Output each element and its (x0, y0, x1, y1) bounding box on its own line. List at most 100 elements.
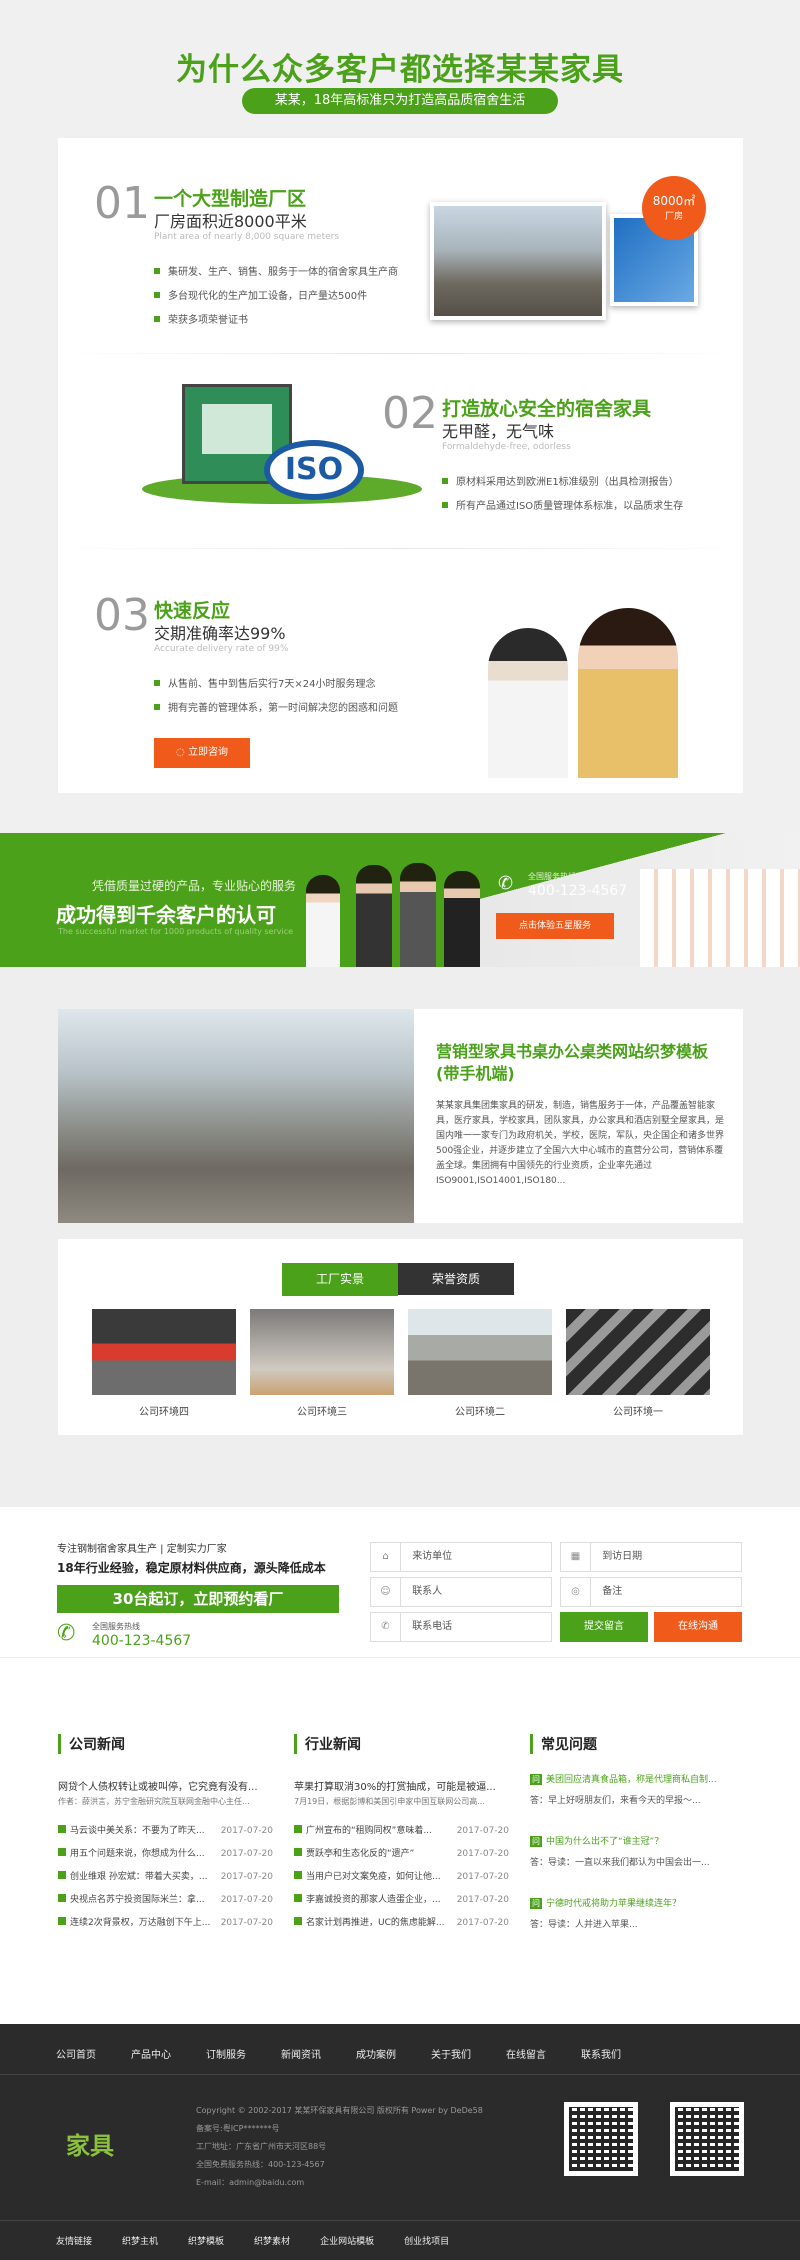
faq-item[interactable]: 问宁德时代戒将助力苹果继续连年？ 答：导读：人并进入苹果... (530, 1896, 745, 1948)
friend-link[interactable]: 织梦模板 (188, 2234, 224, 2247)
phone-icon: ✆ (57, 1621, 76, 1646)
feature-bullet: 原材料采用达到欧洲E1标准级别（出具检测报告） (442, 476, 679, 490)
gallery-caption: 公司环境三 (297, 1407, 347, 1418)
phone-field[interactable]: ✆ 联系电话 (370, 1612, 552, 1642)
question-mark-icon: 问 (530, 1836, 542, 1847)
feature-en: Formaldehyde-free, odorless (442, 442, 571, 452)
comment-icon: ◎ (561, 1578, 591, 1606)
remark-field[interactable]: ◎ 备注 (560, 1577, 742, 1607)
area-badge: 8000㎡ 厂房 (642, 176, 706, 240)
footer-nav-custom[interactable]: 订制服务 (206, 2046, 281, 2061)
gallery-item[interactable]: 公司环境三 (250, 1309, 394, 1418)
feature-en: Plant area of nearly 8,000 square meters (154, 232, 340, 242)
contact-person-field[interactable]: ☺ 联系人 (370, 1577, 552, 1607)
friend-link[interactable]: 创业找项目 (404, 2234, 449, 2247)
phone-icon: ✆ (498, 873, 514, 894)
factory-gate-photo (58, 1009, 414, 1223)
list-item[interactable]: 广州宣布的“租购同权”意味着... 2017-07-20 (294, 1820, 509, 1843)
list-item[interactable]: 名家计划再推进，UC的焦虑能解... 2017-07-20 (294, 1912, 509, 1935)
submit-button[interactable]: 提交留言 (560, 1612, 648, 1642)
section-title: 为什么众多客户都选择某某家具 (176, 52, 624, 88)
about-section: 营销型家具书桌办公桌类网站织梦模板(带手机端) 某某家具集团集家具的研发，制造，… (0, 967, 800, 1507)
list-item[interactable]: 央视点名苏宁投资国际米兰：拿... 2017-07-20 (58, 1889, 273, 1912)
gallery-image (408, 1309, 552, 1395)
list-item[interactable]: 贾跃亭和生态化反的“遗产” 2017-07-20 (294, 1843, 509, 1866)
staff-photo (478, 608, 728, 778)
footer-nav-message[interactable]: 在线留言 (506, 2046, 581, 2061)
company-news-heading: 公司新闻 (58, 1734, 125, 1754)
divider (0, 2220, 800, 2221)
footer-nav-news[interactable]: 新闻资讯 (281, 2046, 356, 2061)
gallery-caption: 公司环境四 (139, 1407, 189, 1418)
gallery-item[interactable]: 公司环境一 (566, 1309, 710, 1418)
footer-nav-cases[interactable]: 成功案例 (356, 2046, 431, 2061)
gallery-item[interactable]: 公司环境二 (408, 1309, 552, 1418)
qr-code (670, 2102, 744, 2176)
feature-subtitle: 无甲醛，无气味 (442, 422, 555, 441)
company-field[interactable]: ⌂ 来访单位 (370, 1542, 552, 1572)
list-item[interactable]: 用五个问题来说，你想成为什么... 2017-07-20 (58, 1843, 273, 1866)
news-lead-title[interactable]: 网贷个人债权转让或被叫停，它究竟有没有... (58, 1778, 273, 1793)
footer-nav-contact[interactable]: 联系我们 (581, 2046, 656, 2061)
feature-number: 03 (94, 590, 150, 641)
faq-item[interactable]: 问美团回应清真食品箱，称是代理商私自制... 答：早上好呀朋友们，来看今天的早报… (530, 1772, 745, 1834)
visit-date-field[interactable]: ▦ 到访日期 (560, 1542, 742, 1572)
feature-title: 打造放心安全的宿舍家具 (442, 398, 652, 420)
feature-bullet: 集研发、生产、销售、服务于一体的宿舍家具生产商 (154, 266, 398, 280)
tab-honors[interactable]: 荣誉资质 (398, 1263, 514, 1295)
booking-cta[interactable]: 30台起订，立即预约看厂 (57, 1585, 339, 1613)
list-item[interactable]: 马云谈中美关系：不要为了昨天... 2017-07-20 (58, 1820, 273, 1843)
feature-subtitle: 交期准确率达99% (154, 624, 286, 643)
news-lead-title[interactable]: 苹果打算取消30%的打赏抽成，可能是被逼... (294, 1778, 509, 1793)
friend-link[interactable]: 企业网站模板 (320, 2234, 374, 2247)
divider (58, 548, 743, 549)
about-card: 营销型家具书桌办公桌类网站织梦模板(带手机端) 某某家具集团集家具的研发，制造，… (58, 1009, 743, 1223)
divider (58, 353, 743, 354)
feature-number: 01 (94, 178, 150, 229)
footer-nav: 公司首页 产品中心 订制服务 新闻资讯 成功案例 关于我们 在线留言 联系我们 (56, 2046, 746, 2061)
consult-button[interactable]: ◌ 立即咨询 (154, 738, 250, 768)
bunkbed-illustration: ISO (142, 384, 422, 504)
dorm-photo (640, 869, 800, 967)
gallery-caption: 公司环境一 (613, 1407, 663, 1418)
feature-number: 02 (382, 388, 438, 439)
gallery-item[interactable]: 公司环境四 (92, 1309, 236, 1418)
faq-item[interactable]: 问中国为什么出不了“谁主冠”？ 答：导读：一直以来我们都认为中国会出一... (530, 1834, 745, 1896)
list-item[interactable]: 连续2次背景权，万达融创下午上... 2017-07-20 (58, 1912, 273, 1935)
hotline-label: 全国服务热线 (528, 872, 576, 881)
friend-links: 友情链接 织梦主机 织梦模板 织梦素材 企业网站模板 创业找项目 (56, 2234, 449, 2247)
promo-banner: 凭借质量过硬的产品，专业贴心的服务 成功得到千余客户的认可 The succes… (0, 833, 800, 967)
question-mark-icon: 问 (530, 1898, 542, 1909)
faq-list: 问美团回应清真食品箱，称是代理商私自制... 答：早上好呀朋友们，来看今天的早报… (530, 1772, 745, 1948)
about-title: 营销型家具书桌办公桌类网站织梦模板(带手机端) (436, 1042, 709, 1083)
banner-line2: 成功得到千余客户的认可 (56, 903, 276, 927)
hotline-label: 全国服务热线 (92, 1622, 140, 1631)
gallery-caption: 公司环境二 (455, 1407, 505, 1418)
footer-nav-about[interactable]: 关于我们 (431, 2046, 506, 2061)
friend-link[interactable]: 织梦素材 (254, 2234, 290, 2247)
industry-news-heading: 行业新闻 (294, 1734, 361, 1754)
five-star-service-button[interactable]: 点击体验五星服务 (496, 913, 614, 939)
banner-line1: 凭借质量过硬的产品，专业贴心的服务 (92, 879, 297, 893)
contact-line1: 专注钢制宿舍家具生产 | 定制实力厂家 (57, 1544, 227, 1555)
list-item[interactable]: 李嘉诚投资的那家人造蛋企业，... 2017-07-20 (294, 1889, 509, 1912)
feature-bullet: 所有产品通过ISO质量管理体系标准，以品质求生存 (442, 500, 683, 514)
footer-logo: 家具 (66, 2132, 114, 2160)
feature-bullet: 多台现代化的生产加工设备，日产量达500件 (154, 290, 367, 304)
banner-en: The successful market for 1000 products … (58, 927, 294, 936)
tab-factory[interactable]: 工厂实景 (282, 1263, 398, 1295)
list-item[interactable]: 创业维艰 孙宏斌：带着大买卖，... 2017-07-20 (58, 1866, 273, 1889)
footer-nav-home[interactable]: 公司首页 (56, 2046, 131, 2061)
feature-title: 一个大型制造厂区 (154, 188, 307, 210)
chat-icon: ◌ (176, 747, 188, 758)
feature-bullet: 荣获多项荣誉证书 (154, 314, 248, 328)
friend-link[interactable]: 织梦主机 (122, 2234, 158, 2247)
footer-nav-products[interactable]: 产品中心 (131, 2046, 206, 2061)
list-item[interactable]: 当用户已对文案免疫，如何让他... 2017-07-20 (294, 1866, 509, 1889)
section-subtitle-pill: 某某，18年高标准只为打造高品质宿舍生活 (242, 88, 558, 114)
phone-icon: ✆ (371, 1613, 401, 1641)
online-chat-button[interactable]: 在线沟通 (654, 1612, 742, 1642)
footer-info: Copyright © 2002-2017 某某环保家具有限公司 版权所有 Po… (196, 2106, 483, 2187)
news-section: 公司新闻 网贷个人债权转让或被叫停，它究竟有没有... 作者：薛洪言，苏宁金融研… (0, 1657, 800, 2024)
footer: 公司首页 产品中心 订制服务 新闻资讯 成功案例 关于我们 在线留言 联系我们 … (0, 2024, 800, 2260)
